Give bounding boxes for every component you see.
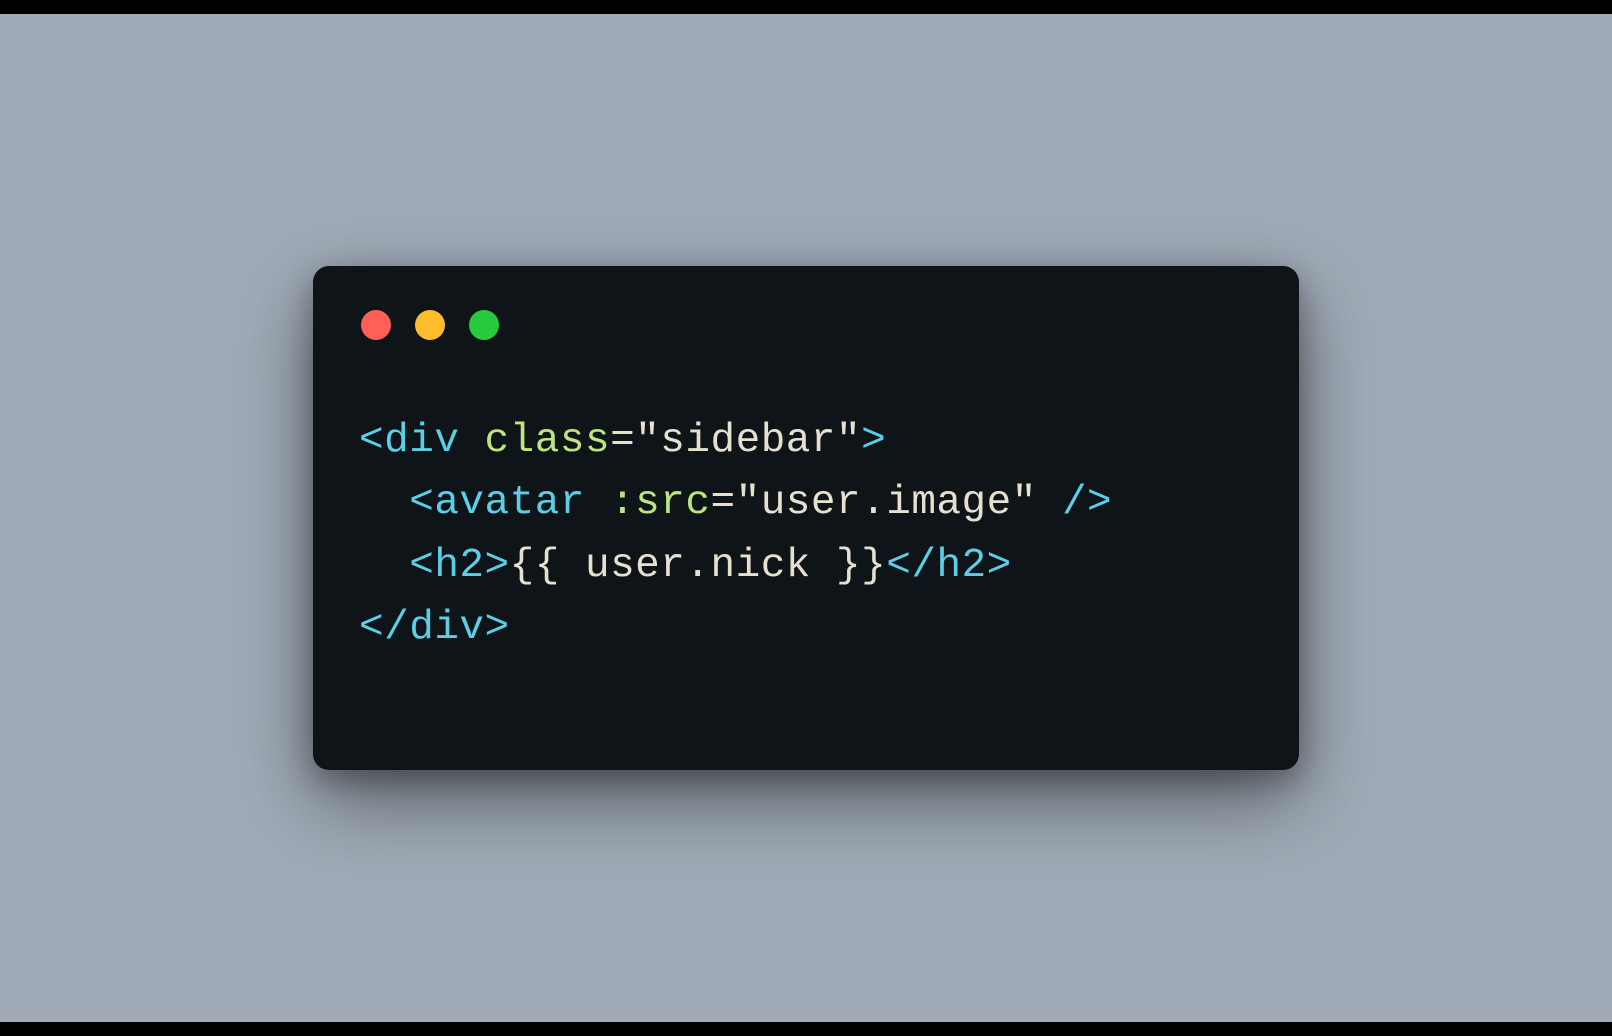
tag-name: h2 <box>936 543 986 589</box>
tag-name: div <box>384 418 459 464</box>
equals: = <box>610 418 635 464</box>
punctuation: </ <box>359 605 409 651</box>
string: "sidebar" <box>635 418 861 464</box>
punctuation: > <box>485 543 510 589</box>
space <box>585 480 610 526</box>
close-icon[interactable] <box>361 310 391 340</box>
code-line-3: <h2>{{ user.nick }}</h2> <box>359 543 1012 589</box>
punctuation: > <box>987 543 1012 589</box>
equals: = <box>710 480 735 526</box>
code-window: <div class="sidebar"> <avatar :src="user… <box>313 266 1299 770</box>
indent <box>359 543 409 589</box>
tag-name: avatar <box>434 480 585 526</box>
code-line-2: <avatar :src="user.image" /> <box>359 480 1112 526</box>
minimize-icon[interactable] <box>415 310 445 340</box>
punctuation: > <box>485 605 510 651</box>
page-background: <div class="sidebar"> <avatar :src="user… <box>0 14 1612 1022</box>
punctuation: < <box>409 480 434 526</box>
punctuation: /> <box>1062 480 1112 526</box>
space <box>1037 480 1062 526</box>
punctuation: < <box>409 543 434 589</box>
attribute-name: :src <box>610 480 710 526</box>
punctuation: < <box>359 418 384 464</box>
space <box>459 418 484 464</box>
code-line-1: <div class="sidebar"> <box>359 418 886 464</box>
maximize-icon[interactable] <box>469 310 499 340</box>
attribute-name: class <box>485 418 611 464</box>
tag-name: h2 <box>434 543 484 589</box>
punctuation: > <box>861 418 886 464</box>
window-traffic-lights <box>359 310 1253 340</box>
code-line-4: </div> <box>359 605 510 651</box>
indent <box>359 480 409 526</box>
string: "user.image" <box>736 480 1037 526</box>
tag-name: div <box>409 605 484 651</box>
text-content: {{ user.nick }} <box>510 543 887 589</box>
punctuation: </ <box>886 543 936 589</box>
code-content: <div class="sidebar"> <avatar :src="user… <box>359 410 1253 659</box>
